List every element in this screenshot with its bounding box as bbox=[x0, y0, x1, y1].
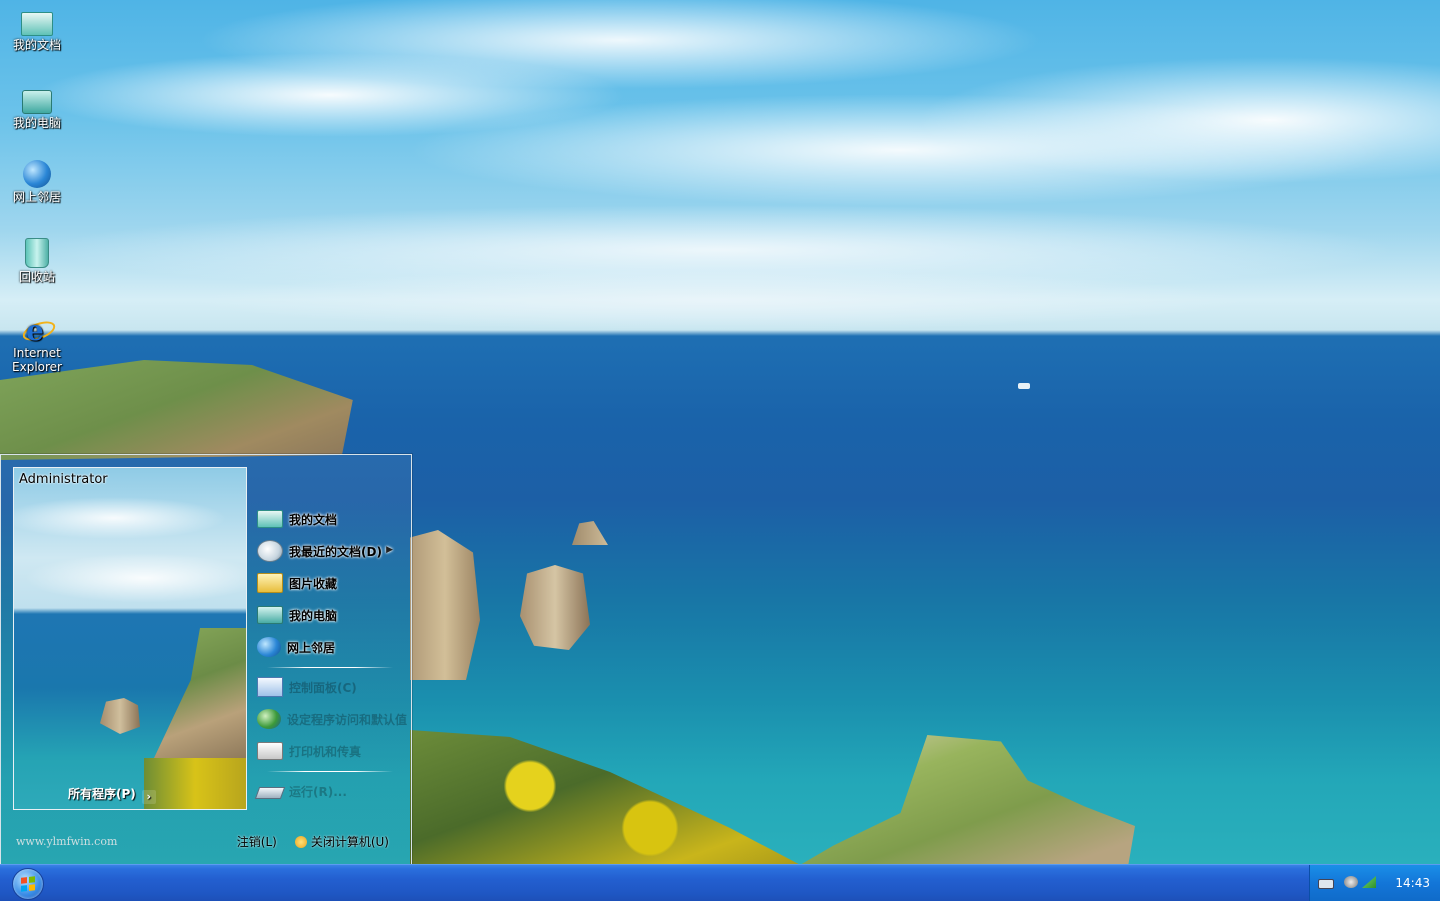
network-places-icon bbox=[23, 160, 51, 188]
start-menu-footer: 注销(L) 关闭计算机(U) bbox=[237, 833, 389, 850]
user-panel: Administrator 所有程序(P) › bbox=[13, 467, 247, 810]
menu-item-my-documents[interactable]: 我的文档 bbox=[257, 503, 407, 535]
user-name: Administrator bbox=[19, 472, 108, 487]
internet-explorer-icon: e bbox=[20, 314, 58, 347]
my-pictures-icon bbox=[257, 573, 283, 593]
all-programs-label: 所有程序(P) bbox=[68, 787, 136, 801]
menu-separator bbox=[267, 667, 393, 668]
menu-item-recent-documents[interactable]: 我最近的文档(D) ▶ bbox=[257, 535, 407, 567]
my-computer-icon bbox=[257, 606, 283, 624]
menu-item-label: 网上邻居 bbox=[287, 640, 336, 655]
submenu-arrow-icon: ▶ bbox=[386, 545, 393, 555]
menu-item-label: 图片收藏 bbox=[289, 576, 338, 591]
desktop-icon-internet-explorer[interactable]: e Internet Explorer bbox=[0, 314, 74, 374]
menu-item-label: 控制面板(C) bbox=[289, 680, 357, 695]
start-button[interactable] bbox=[12, 868, 44, 900]
menu-item-label: 我的电脑 bbox=[289, 608, 338, 623]
menu-item-label: 打印机和传真 bbox=[289, 744, 362, 759]
windows-orb-icon bbox=[21, 876, 35, 892]
system-tray: 14:43 bbox=[1309, 865, 1440, 901]
printers-faxes-icon bbox=[257, 742, 283, 760]
shut-down-icon bbox=[294, 835, 307, 848]
desktop-icon-label: Internet Explorer bbox=[12, 346, 62, 374]
menu-item-my-pictures[interactable]: 图片收藏 bbox=[257, 567, 407, 599]
shut-down-label: 关闭计算机(U) bbox=[310, 835, 389, 849]
log-off-button[interactable]: 注销(L) bbox=[237, 833, 277, 850]
network-icon[interactable] bbox=[1362, 876, 1376, 888]
log-off-label: 注销(L) bbox=[236, 835, 277, 849]
volume-icon[interactable] bbox=[1344, 876, 1358, 888]
shut-down-button[interactable]: 关闭计算机(U) bbox=[294, 833, 389, 850]
network-places-icon bbox=[257, 637, 281, 657]
desktop-icon-label: 网上邻居 bbox=[12, 190, 61, 204]
desktop-icon-recycle-bin[interactable]: 回收站 bbox=[0, 238, 74, 284]
my-documents-icon bbox=[21, 12, 53, 36]
keyboard-icon[interactable] bbox=[1318, 879, 1334, 889]
menu-item-label: 设定程序访问和默认值 bbox=[287, 712, 408, 727]
menu-item-label: 我的文档 bbox=[289, 512, 338, 527]
all-programs-button[interactable]: 所有程序(P) › bbox=[68, 785, 156, 804]
desktop-icon-network-places[interactable]: 网上邻居 bbox=[0, 160, 74, 204]
start-menu: Administrator 所有程序(P) › 我的文档 我最近的文档(D) ▶ … bbox=[0, 454, 412, 865]
wallpaper-rock-stack bbox=[520, 565, 590, 650]
my-documents-icon bbox=[257, 510, 283, 528]
menu-item-network-places[interactable]: 网上邻居 bbox=[257, 631, 407, 663]
taskbar-clock[interactable]: 14:43 bbox=[1395, 876, 1430, 890]
menu-item-label: 运行(R)... bbox=[289, 784, 347, 799]
desktop-icon-label: 我的文档 bbox=[12, 38, 61, 52]
desktop-icon-label: 回收站 bbox=[18, 270, 55, 284]
menu-item-run[interactable]: 运行(R)... bbox=[254, 775, 407, 807]
wallpaper-cliff-mid bbox=[410, 530, 480, 680]
my-computer-icon bbox=[22, 90, 52, 114]
menu-item-printers-faxes[interactable]: 打印机和传真 bbox=[257, 735, 407, 767]
control-panel-icon bbox=[257, 677, 283, 697]
desktop-icon-my-computer[interactable]: 我的电脑 bbox=[0, 84, 74, 130]
recent-documents-icon bbox=[257, 540, 283, 562]
taskbar: 14:43 bbox=[0, 864, 1440, 901]
desktop-icon-my-documents[interactable]: 我的文档 bbox=[0, 6, 74, 52]
chevron-right-icon: › bbox=[141, 790, 156, 804]
menu-item-my-computer[interactable]: 我的电脑 bbox=[257, 599, 407, 631]
menu-item-label: 我最近的文档(D) bbox=[289, 544, 382, 559]
watermark-text: www.ylmfwin.com bbox=[16, 835, 118, 848]
menu-separator bbox=[267, 771, 393, 772]
desktop-icon-label: 我的电脑 bbox=[12, 116, 61, 130]
recycle-bin-icon bbox=[25, 238, 49, 268]
places-list: 我的文档 我最近的文档(D) ▶ 图片收藏 我的电脑 网上邻居 控制面板(C) … bbox=[254, 503, 407, 807]
user-panel-cliff bbox=[154, 628, 246, 758]
user-panel-flowers bbox=[144, 758, 246, 809]
user-panel-rock bbox=[100, 698, 140, 734]
program-defaults-icon bbox=[257, 709, 281, 729]
menu-item-control-panel[interactable]: 控制面板(C) bbox=[257, 671, 407, 703]
run-icon bbox=[254, 787, 286, 799]
wallpaper-boat bbox=[1018, 383, 1030, 389]
menu-item-program-defaults[interactable]: 设定程序访问和默认值 bbox=[257, 703, 407, 735]
